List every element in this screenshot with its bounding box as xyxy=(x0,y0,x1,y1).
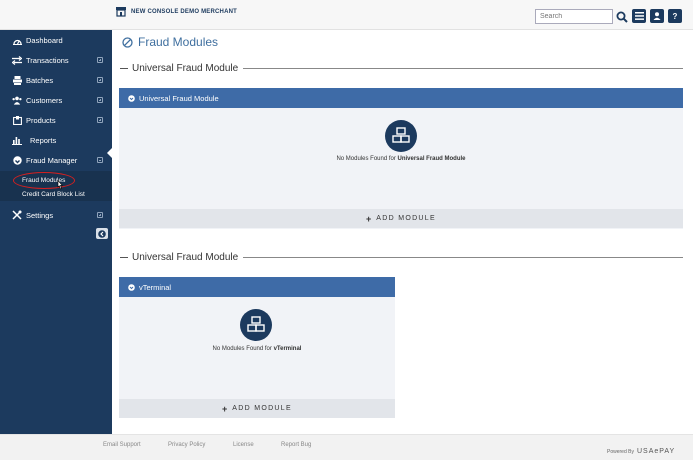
reports-icon xyxy=(12,135,22,145)
panel-circle-chevron-icon xyxy=(128,94,135,102)
expand-icon[interactable] xyxy=(97,97,103,103)
panel-title: Universal Fraud Module xyxy=(139,93,219,103)
sidebar-item-label: Dashboard xyxy=(26,35,63,45)
menu-icon xyxy=(634,12,644,20)
section-heading-text: Universal Fraud Module xyxy=(132,62,239,74)
highlight-annotation xyxy=(13,172,75,189)
plus-icon: + xyxy=(366,213,372,224)
expand-icon[interactable] xyxy=(97,57,103,63)
sidebar-item-customers[interactable]: Customers xyxy=(0,90,112,110)
help-icon: ? xyxy=(672,11,678,21)
panel-title: vTerminal xyxy=(139,282,172,292)
add-module-button[interactable]: + ADD MODULE xyxy=(119,399,395,418)
sidebar-item-label: Fraud Manager xyxy=(26,155,78,165)
merchant-brand: NEW CONSOLE DEMO MERCHANT xyxy=(116,7,237,17)
panel-header: vTerminal xyxy=(119,277,395,297)
search-input[interactable] xyxy=(535,9,613,24)
modules-icon xyxy=(385,120,417,152)
search-icon xyxy=(616,11,628,23)
sidebar-subitem-credit-card-block-list[interactable]: Credit Card Block List xyxy=(22,191,85,198)
merchant-name: NEW CONSOLE DEMO MERCHANT xyxy=(131,9,237,15)
user-button[interactable] xyxy=(650,9,664,23)
menu-button[interactable] xyxy=(632,9,646,23)
products-icon xyxy=(12,115,22,125)
sidebar-item-transactions[interactable]: Transactions xyxy=(0,50,112,70)
add-module-button[interactable]: + ADD MODULE xyxy=(119,209,683,228)
module-panel-universal: Universal Fraud Module No Modules Found … xyxy=(119,88,683,229)
active-item-pointer xyxy=(107,148,112,158)
dashboard-icon xyxy=(12,35,22,45)
empty-state-message: No Modules Found for Universal Fraud Mod… xyxy=(336,156,466,162)
sidebar-item-label: Reports xyxy=(30,135,57,145)
store-icon xyxy=(116,7,126,17)
sidebar-collapse-button[interactable] xyxy=(96,228,108,239)
sidebar-item-label: Transactions xyxy=(26,55,69,65)
footer-link-license[interactable]: License xyxy=(233,442,254,448)
footer: Email Support Privacy Policy License Rep… xyxy=(0,434,693,460)
section-heading: Universal Fraud Module xyxy=(120,61,683,75)
sidebar-item-settings[interactable]: Settings xyxy=(0,205,112,225)
help-button[interactable]: ? xyxy=(668,9,682,23)
sidebar-item-label: Customers xyxy=(26,95,63,105)
footer-link-privacy-policy[interactable]: Privacy Policy xyxy=(168,442,205,448)
footer-link-report-bug[interactable]: Report Bug xyxy=(281,442,311,448)
usaepay-logo: USAePAY xyxy=(636,448,676,455)
sidebar-item-dashboard[interactable]: Dashboard xyxy=(0,30,112,50)
page-title-area: Fraud Modules xyxy=(122,35,218,49)
section-heading: Universal Fraud Module xyxy=(120,250,683,264)
empty-state-message: No Modules Found for vTerminal xyxy=(212,346,302,352)
sidebar-item-label: Settings xyxy=(26,210,54,220)
customers-icon xyxy=(12,95,22,105)
mouse-cursor-icon xyxy=(57,180,63,190)
footer-link-email-support[interactable]: Email Support xyxy=(103,442,141,448)
panel-circle-chevron-icon xyxy=(128,283,135,291)
sidebar-item-label: Products xyxy=(26,115,56,125)
fraud-manager-icon xyxy=(12,155,22,165)
page-title: Fraud Modules xyxy=(138,35,219,49)
expand-icon[interactable] xyxy=(97,77,103,83)
expand-icon[interactable] xyxy=(97,212,103,218)
sidebar-item-fraud-manager[interactable]: Fraud Manager xyxy=(0,150,112,170)
top-header: NEW CONSOLE DEMO MERCHANT ? xyxy=(0,0,693,30)
sidebar-item-label: Batches xyxy=(26,75,54,85)
section-heading-text: Universal Fraud Module xyxy=(132,251,239,263)
user-icon xyxy=(653,12,661,20)
arrow-left-icon xyxy=(98,229,106,238)
settings-icon xyxy=(12,210,22,220)
modules-icon xyxy=(240,309,272,341)
batches-icon xyxy=(12,75,22,85)
plus-icon: + xyxy=(222,403,228,414)
sidebar-item-batches[interactable]: Batches xyxy=(0,70,112,90)
search-button[interactable] xyxy=(615,9,629,24)
module-panel-vterminal: vTerminal No Modules Found for vTerminal… xyxy=(119,277,395,418)
transactions-icon xyxy=(12,55,22,65)
block-icon xyxy=(122,36,133,48)
collapse-icon[interactable] xyxy=(97,157,103,163)
powered-by: Powered By USAePAY xyxy=(607,448,676,455)
expand-icon[interactable] xyxy=(97,117,103,123)
sidebar-item-products[interactable]: Products xyxy=(0,110,112,130)
panel-header: Universal Fraud Module xyxy=(119,88,683,108)
sidebar-item-reports[interactable]: Reports xyxy=(0,130,112,150)
